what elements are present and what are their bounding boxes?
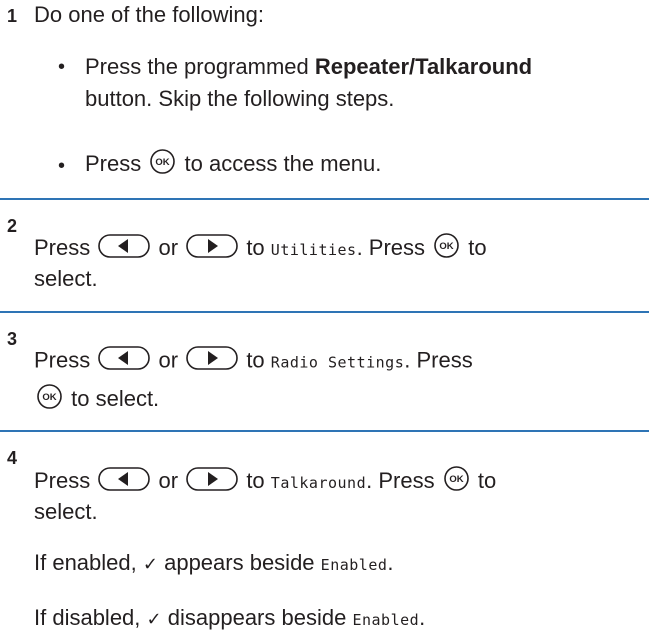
ok-button-icon: OK bbox=[149, 148, 176, 182]
step-3-to: to bbox=[246, 347, 265, 373]
right-arrow-button-icon bbox=[186, 466, 238, 498]
step-4-press: Press bbox=[34, 467, 91, 493]
step-3-press: Press bbox=[34, 347, 91, 373]
step-number-4: 4 bbox=[7, 448, 18, 468]
disabled-pre: If disabled, bbox=[34, 605, 141, 630]
enabled-pre: If enabled, bbox=[34, 550, 137, 575]
step-3-line-2: OK to select. bbox=[34, 383, 159, 417]
svg-text:OK: OK bbox=[449, 474, 463, 485]
bullet-1-text: Press the programmed bbox=[85, 54, 315, 79]
step-4-or: or bbox=[158, 467, 179, 493]
step-4-line-1: Press or to Talkaround. Press OK to bbox=[34, 465, 496, 499]
left-arrow-button-icon bbox=[98, 233, 151, 265]
checkmark-icon: ✓ bbox=[146, 609, 162, 630]
step-2-to: to bbox=[246, 234, 265, 260]
step-3-or: or bbox=[158, 347, 179, 373]
bullet-2-post: to access the menu. bbox=[184, 150, 382, 176]
repeater-talkaround-button-label: Repeater/Talkaround bbox=[314, 54, 533, 79]
menu-item-utilities: Utilities bbox=[270, 240, 357, 259]
step-4-disabled-line: If disabled, ✓ disappears beside Enabled… bbox=[34, 604, 425, 634]
svg-text:OK: OK bbox=[156, 157, 170, 168]
step-2-to-2: to bbox=[468, 234, 487, 260]
step-2-line-2: select. bbox=[34, 266, 98, 291]
enabled-mid: appears beside bbox=[164, 550, 315, 575]
left-arrow-button-icon bbox=[98, 466, 151, 498]
svg-text:OK: OK bbox=[440, 241, 454, 252]
menu-item-radio-settings: Radio Settings bbox=[270, 353, 405, 372]
bullet-1-line-1: Press the programmed Repeater/Talkaround bbox=[85, 53, 532, 81]
right-arrow-button-icon bbox=[186, 346, 238, 377]
bullet-marker: • bbox=[58, 56, 66, 78]
step-3-to-select: to select. bbox=[71, 385, 160, 411]
ok-button-icon: OK bbox=[36, 383, 63, 417]
svg-text:OK: OK bbox=[42, 392, 56, 403]
step-4-line-2: select. bbox=[34, 499, 98, 524]
step-4-to-2: to bbox=[477, 467, 497, 493]
step-number-2: 2 bbox=[7, 216, 18, 236]
step-1-intro: Do one of the following: bbox=[34, 2, 264, 27]
step-number-3: 3 bbox=[7, 329, 18, 349]
step-separator bbox=[0, 430, 649, 432]
step-separator bbox=[0, 198, 649, 200]
ok-button-icon: OK bbox=[433, 232, 460, 266]
enabled-end: . bbox=[387, 550, 394, 575]
bullet-2-press: Press bbox=[85, 150, 142, 176]
step-3-line-1: Press or to Radio Settings. Press bbox=[34, 346, 473, 377]
menu-item-talkaround: Talkaround bbox=[270, 473, 367, 492]
bullet-2-line: Press OK to access the menu. bbox=[85, 148, 381, 182]
step-2-or: or bbox=[158, 234, 179, 260]
right-arrow-button-icon bbox=[186, 233, 238, 265]
step-separator bbox=[0, 311, 649, 313]
step-2-line-1: Press or to Utilities. Press OK to bbox=[34, 232, 487, 266]
disabled-end: . bbox=[419, 605, 426, 630]
step-4-enabled-line: If enabled, ✓ appears beside Enabled. bbox=[34, 549, 394, 579]
step-3-press-2: . Press bbox=[404, 347, 473, 373]
ok-button-icon: OK bbox=[443, 465, 470, 499]
menu-item-enabled: Enabled bbox=[352, 611, 420, 629]
bullet-marker: • bbox=[58, 155, 66, 177]
step-2-press-2: . Press bbox=[356, 234, 426, 260]
step-2-press: Press bbox=[34, 234, 91, 260]
step-4-to: to bbox=[246, 467, 265, 493]
disabled-mid: disappears beside bbox=[167, 605, 347, 630]
checkmark-icon: ✓ bbox=[142, 554, 158, 575]
step-number-1: 1 bbox=[7, 6, 18, 26]
menu-item-enabled: Enabled bbox=[320, 556, 388, 574]
bullet-1-line-2: button. Skip the following steps. bbox=[85, 86, 395, 111]
step-4-press-2: . Press bbox=[366, 467, 435, 493]
left-arrow-button-icon bbox=[98, 346, 151, 377]
